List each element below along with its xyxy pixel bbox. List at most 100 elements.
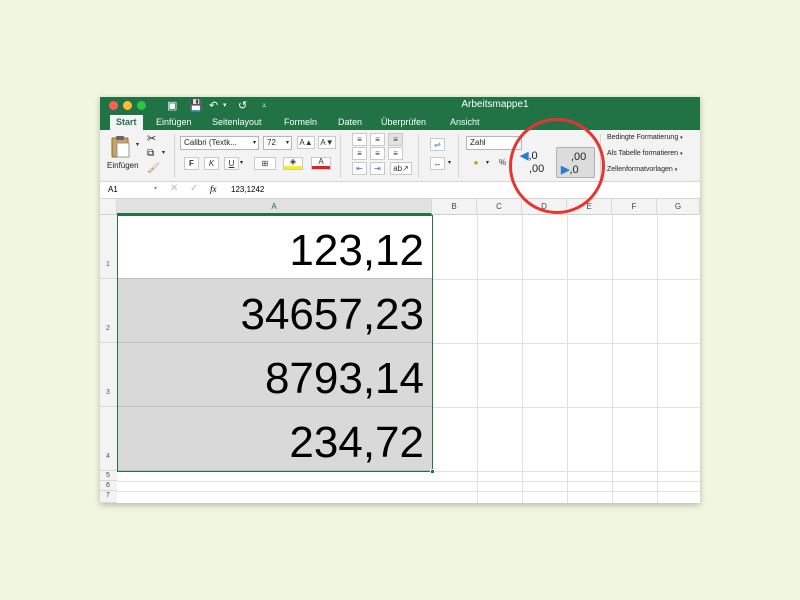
- font-size-select[interactable]: 72 ▾: [263, 136, 292, 150]
- fill-handle[interactable]: [430, 469, 435, 474]
- font-color-swatch: [312, 166, 330, 169]
- wrap-text-button[interactable]: ⇌: [430, 138, 445, 151]
- column-header-f[interactable]: F: [612, 199, 657, 215]
- decrease-decimal-bottom-text: ,0: [569, 164, 579, 176]
- formula-bar: A1 ▾ ✕ ✓ fx 123,1242: [100, 182, 700, 199]
- enter-check-icon[interactable]: ✓: [190, 183, 198, 194]
- paste-label: Einfügen: [107, 161, 139, 170]
- paste-button[interactable]: [110, 135, 132, 158]
- row-header-7[interactable]: 7: [100, 491, 117, 503]
- cell-styles-label: Zellenformatvorlagen: [607, 166, 673, 173]
- decrease-decimal-button[interactable]: ,00 ▶,0: [556, 147, 595, 178]
- borders-button[interactable]: ⊞: [254, 157, 276, 170]
- gridline: [432, 471, 700, 472]
- gridline: [432, 279, 700, 280]
- align-center-button[interactable]: ≡: [370, 147, 385, 160]
- cell-a1[interactable]: 123,12: [117, 215, 432, 279]
- ribbon-tabs: Start Einfügen Seitenlayout Formeln Date…: [100, 115, 700, 130]
- column-header-g[interactable]: G: [657, 199, 700, 215]
- font-color-icon: A: [318, 157, 324, 166]
- number-format-select[interactable]: Zahl: [466, 136, 522, 150]
- tab-data[interactable]: Daten: [338, 115, 362, 130]
- cell-a4[interactable]: 234,72: [117, 407, 432, 471]
- row-header-4[interactable]: 4: [100, 407, 117, 471]
- ribbon-separator: [340, 134, 341, 178]
- name-box-dropdown-icon[interactable]: ▾: [154, 185, 157, 192]
- title-bar: ▣ 💾 ↶ ▾ ↺ ⩡ Arbeitsmappe1: [100, 97, 700, 115]
- tab-view[interactable]: Ansicht: [450, 115, 480, 130]
- text-orientation-button[interactable]: ab↗: [390, 162, 412, 175]
- increase-decimal-top-text: ,0: [528, 150, 538, 162]
- name-box[interactable]: A1: [108, 185, 118, 194]
- accounting-format-icon[interactable]: ●: [468, 157, 484, 170]
- column-header-c[interactable]: C: [477, 199, 522, 215]
- tab-insert[interactable]: Einfügen: [156, 115, 192, 130]
- tab-review[interactable]: Überprüfen: [381, 115, 426, 130]
- cancel-icon[interactable]: ✕: [170, 183, 178, 194]
- ribbon-separator: [458, 134, 459, 178]
- excel-window: ▣ 💾 ↶ ▾ ↺ ⩡ Arbeitsmappe1 Start Einfügen…: [100, 97, 700, 503]
- decrease-decimal-icon: ▶,0: [561, 164, 579, 176]
- underline-dropdown-icon[interactable]: ▾: [240, 159, 243, 166]
- gridline: [117, 481, 700, 482]
- row-header-2[interactable]: 2: [100, 279, 117, 343]
- insert-function-icon[interactable]: fx: [210, 184, 217, 194]
- align-left-button[interactable]: ≡: [352, 147, 367, 160]
- row-header-1[interactable]: 1: [100, 215, 117, 279]
- tab-page-layout[interactable]: Seitenlayout: [212, 115, 262, 130]
- row-header-5[interactable]: 5: [100, 471, 117, 481]
- formula-input[interactable]: 123,1242: [231, 185, 264, 194]
- chevron-down-icon: ▾: [252, 140, 256, 146]
- row-header-6[interactable]: 6: [100, 481, 117, 491]
- percent-style-button[interactable]: %: [495, 157, 510, 170]
- select-all-corner[interactable]: [100, 199, 117, 215]
- shrink-font-button[interactable]: A▼: [318, 136, 336, 149]
- font-name-value: Calibri (Textk...: [184, 138, 237, 147]
- format-painter-icon[interactable]: 🖌: [147, 163, 160, 174]
- row-header-3[interactable]: 3: [100, 343, 117, 407]
- cell-styles-button[interactable]: Zellenformatvorlagen ▾: [607, 166, 677, 173]
- column-header-b[interactable]: B: [432, 199, 477, 215]
- align-bottom-button[interactable]: ≡: [388, 133, 403, 146]
- font-color-button[interactable]: A: [311, 157, 331, 170]
- cell-a3[interactable]: 8793,14: [117, 343, 432, 407]
- paint-bucket-icon: ◈: [289, 157, 297, 166]
- paste-dropdown-icon[interactable]: ▾: [136, 141, 139, 148]
- gridline: [612, 215, 613, 503]
- bold-button[interactable]: F: [184, 157, 199, 170]
- align-right-button[interactable]: ≡: [388, 147, 403, 160]
- font-name-select[interactable]: Calibri (Textk... ▾: [180, 136, 259, 150]
- decrease-decimal-top-text: ,00: [571, 151, 587, 163]
- conditional-formatting-button[interactable]: Bedingte Formatierung ▾: [607, 134, 683, 141]
- merge-center-button[interactable]: ↔: [430, 157, 445, 170]
- decrease-indent-button[interactable]: ⇤: [352, 162, 367, 175]
- merge-dropdown-icon[interactable]: ▾: [448, 159, 451, 166]
- cell-a2[interactable]: 34657,23: [117, 279, 432, 343]
- copy-icon[interactable]: ⧉: [147, 148, 154, 159]
- align-top-button[interactable]: ≡: [352, 133, 367, 146]
- fill-color-button[interactable]: ◈: [283, 157, 303, 170]
- column-header-a[interactable]: A: [117, 199, 432, 215]
- italic-button[interactable]: K: [204, 157, 219, 170]
- cut-icon[interactable]: ✂: [147, 132, 156, 145]
- increase-decimal-button[interactable]: ◀,0 ,00: [517, 147, 556, 178]
- chevron-down-icon: ▾: [674, 167, 678, 173]
- ribbon-separator: [600, 134, 601, 178]
- tab-start[interactable]: Start: [110, 115, 143, 130]
- gridline: [432, 343, 700, 344]
- align-middle-button[interactable]: ≡: [370, 133, 385, 146]
- format-as-table-button[interactable]: Als Tabelle formatieren ▾: [607, 150, 683, 157]
- underline-button[interactable]: U: [224, 157, 239, 170]
- column-header-d[interactable]: D: [522, 199, 567, 215]
- column-headers: A B C D E F G: [100, 199, 700, 215]
- chevron-down-icon: ▾: [680, 151, 683, 157]
- gridline: [657, 215, 658, 503]
- grow-font-button[interactable]: A▲: [297, 136, 315, 149]
- gridline: [477, 215, 478, 503]
- copy-dropdown-icon[interactable]: ▾: [162, 149, 165, 156]
- increase-indent-button[interactable]: ⇥: [370, 162, 385, 175]
- column-header-e[interactable]: E: [567, 199, 612, 215]
- increase-decimal-icon: ◀,0: [520, 150, 538, 162]
- tab-formulas[interactable]: Formeln: [284, 115, 317, 130]
- accounting-dropdown-icon[interactable]: ▾: [486, 159, 489, 166]
